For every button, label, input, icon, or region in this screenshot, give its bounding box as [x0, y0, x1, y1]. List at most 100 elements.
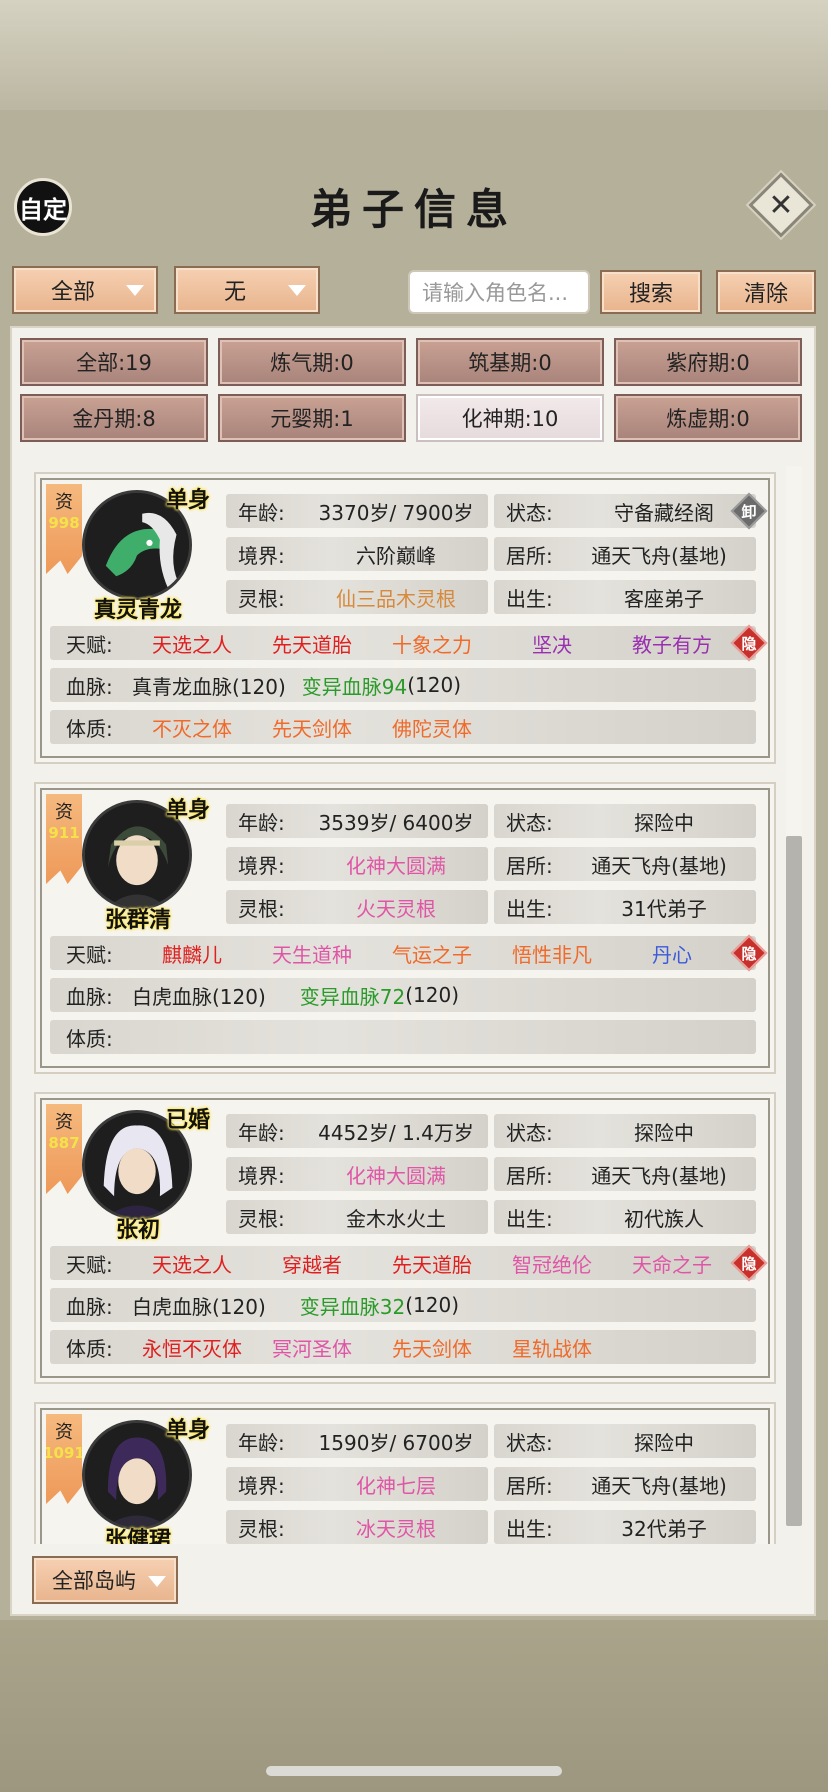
blood-variant: 变异血脉94 — [301, 674, 408, 699]
body-label: 体质: — [66, 1026, 113, 1051]
hidden-label: 隐 — [741, 944, 757, 963]
disciple-name: 张群清 — [104, 908, 171, 933]
island-dropdown[interactable]: 全部岛屿 — [32, 1556, 178, 1604]
aptitude-label: 资 — [55, 1422, 73, 1443]
stage-tab-zhuji[interactable]: 筑基期:0 — [416, 338, 604, 386]
body-row: 体质: 不灭之体 先天剑体 佛陀灵体 — [50, 710, 756, 744]
residence-field: 居所: 通天飞舟(基地) — [494, 537, 756, 571]
state-label: 状态: — [506, 1120, 553, 1145]
birth-label: 出生: — [506, 896, 553, 921]
disciple-card[interactable]: 资 887 已婚 张初 年龄: 4452岁/ 1.4万岁 状态: 探险中 境界: 化神大… — [34, 1092, 776, 1384]
residence-field: 居所: 通天飞舟(基地) — [494, 1467, 756, 1501]
root-field: 灵根: 仙三品木灵根 — [226, 580, 488, 614]
blood-variant-level: (120) — [407, 673, 462, 697]
search-button[interactable]: 搜索 — [600, 270, 702, 314]
root-field: 灵根: 冰天灵根 — [226, 1510, 488, 1544]
realm-value: 化神大圆满 — [346, 853, 446, 878]
age-value: 3370岁/ 7900岁 — [318, 500, 474, 525]
state-value: 探险中 — [634, 810, 694, 835]
home-indicator[interactable] — [266, 1766, 562, 1776]
root-label: 灵根: — [238, 586, 285, 611]
scrollbar-thumb[interactable] — [786, 836, 802, 1526]
root-value: 仙三品木灵根 — [336, 586, 456, 611]
hidden-badge[interactable]: 隐 — [730, 934, 768, 972]
sub-value: 无 — [223, 280, 246, 305]
residence-field: 居所: 通天飞舟(基地) — [494, 1157, 756, 1191]
body-item: 不灭之体 — [152, 716, 232, 741]
talent-item: 智冠绝伦 — [512, 1252, 592, 1277]
body-item: 冥河圣体 — [272, 1336, 352, 1361]
page-title: 弟子信息 — [309, 185, 518, 234]
disciple-card[interactable]: 资 998 单身 真灵青龙 年龄: 3370岁/ 7900岁 状态: 守备藏经阁 卸 … — [34, 472, 776, 764]
disciple-card[interactable]: 资 1091 单身 张健珺 年龄: 1590岁/ 6700岁 状态: 探险中 境界: 化… — [34, 1402, 776, 1544]
talent-item: 天命之子 — [632, 1252, 712, 1277]
hidden-badge[interactable]: 隐 — [730, 624, 768, 662]
chevron-down-icon — [126, 285, 144, 296]
talent-item: 坚决 — [532, 632, 572, 657]
aptitude-label: 资 — [55, 492, 73, 513]
hidden-badge[interactable]: 隐 — [730, 1244, 768, 1282]
birth-field: 出生: 初代族人 — [494, 1200, 756, 1234]
talent-item: 先天道胎 — [392, 1252, 472, 1277]
realm-value: 化神大圆满 — [346, 1163, 446, 1188]
close-button[interactable]: ✕ — [748, 172, 814, 238]
state-label: 状态: — [506, 810, 553, 835]
root-label: 灵根: — [238, 1516, 285, 1541]
root-field: 灵根: 金木水火土 — [226, 1200, 488, 1234]
aptitude-value: 911 — [48, 824, 80, 842]
close-icon: ✕ — [768, 187, 794, 223]
root-label: 灵根: — [238, 1206, 285, 1231]
state-label: 状态: — [506, 500, 553, 525]
realm-field: 境界: 化神七层 — [226, 1467, 488, 1501]
stage-tab-lianqi[interactable]: 炼气期:0 — [218, 338, 406, 386]
hidden-label: 隐 — [741, 1254, 757, 1273]
age-field: 年龄: 3539岁/ 6400岁 — [226, 804, 488, 838]
stage-tab-yuanying[interactable]: 元婴期:1 — [218, 394, 406, 442]
body-row: 体质: 永恒不灭体 冥河圣体 先天剑体 星轨战体 — [50, 1330, 756, 1364]
clear-button[interactable]: 清除 — [716, 270, 816, 314]
blood-primary: 白虎血脉(120) — [132, 984, 266, 1009]
body-label: 体质: — [66, 716, 113, 741]
disciple-name: 张初 — [115, 1218, 160, 1243]
marital-status: 单身 — [166, 488, 211, 513]
talent-item: 穿越者 — [282, 1252, 342, 1277]
talent-item: 先天道胎 — [272, 632, 352, 657]
search-input[interactable]: 请输入角色名... — [408, 270, 590, 314]
unload-badge[interactable]: 卸 — [730, 492, 768, 530]
birth-value: 初代族人 — [624, 1206, 704, 1231]
talent-item: 天选之人 — [152, 632, 232, 657]
stage-tab-all[interactable]: 全部:19 — [20, 338, 208, 386]
aptitude-value: 998 — [48, 514, 80, 532]
stage-tab-lianxu[interactable]: 炼虚期:0 — [614, 394, 802, 442]
realm-label: 境界: — [238, 543, 285, 568]
root-value: 金木水火土 — [346, 1206, 446, 1231]
disciple-card[interactable]: 资 911 单身 张群清 年龄: 3539岁/ 6400岁 状态: 探险中 境界: 化神… — [34, 782, 776, 1074]
disciple-list: 资 998 单身 真灵青龙 年龄: 3370岁/ 7900岁 状态: 守备藏经阁 卸 … — [26, 462, 782, 1544]
top-pattern — [0, 0, 828, 120]
category-value: 全部 — [50, 280, 95, 305]
chevron-down-icon — [148, 1576, 166, 1587]
body-label: 体质: — [66, 1336, 113, 1361]
blood-primary: 真青龙血脉(120) — [132, 674, 286, 699]
aptitude-label: 资 — [55, 1112, 73, 1133]
talent-item: 十象之力 — [392, 632, 472, 657]
realm-field: 境界: 化神大圆满 — [226, 1157, 488, 1191]
birth-field: 出生: 32代弟子 — [494, 1510, 756, 1544]
state-value: 探险中 — [634, 1120, 694, 1145]
stage-tab-zifu[interactable]: 紫府期:0 — [614, 338, 802, 386]
body-item: 星轨战体 — [512, 1336, 592, 1361]
birth-value: 31代弟子 — [621, 896, 707, 921]
category-dropdown[interactable]: 全部 — [12, 266, 158, 314]
sub-dropdown[interactable]: 无 — [174, 266, 320, 314]
age-label: 年龄: — [238, 1120, 285, 1145]
stage-tab-jindan[interactable]: 金丹期:8 — [20, 394, 208, 442]
body-item: 先天剑体 — [392, 1336, 472, 1361]
chevron-down-icon — [288, 285, 306, 296]
residence-value: 通天飞舟(基地) — [591, 853, 727, 878]
talent-item: 气运之子 — [392, 942, 472, 967]
aptitude-badge: 资 1091 — [46, 1414, 82, 1504]
realm-value: 六阶巅峰 — [356, 543, 436, 568]
blood-variant: 变异血脉32 — [299, 1294, 406, 1319]
talent-item: 麒麟儿 — [162, 942, 222, 967]
stage-tab-huashen[interactable]: 化神期:10 — [416, 394, 604, 442]
